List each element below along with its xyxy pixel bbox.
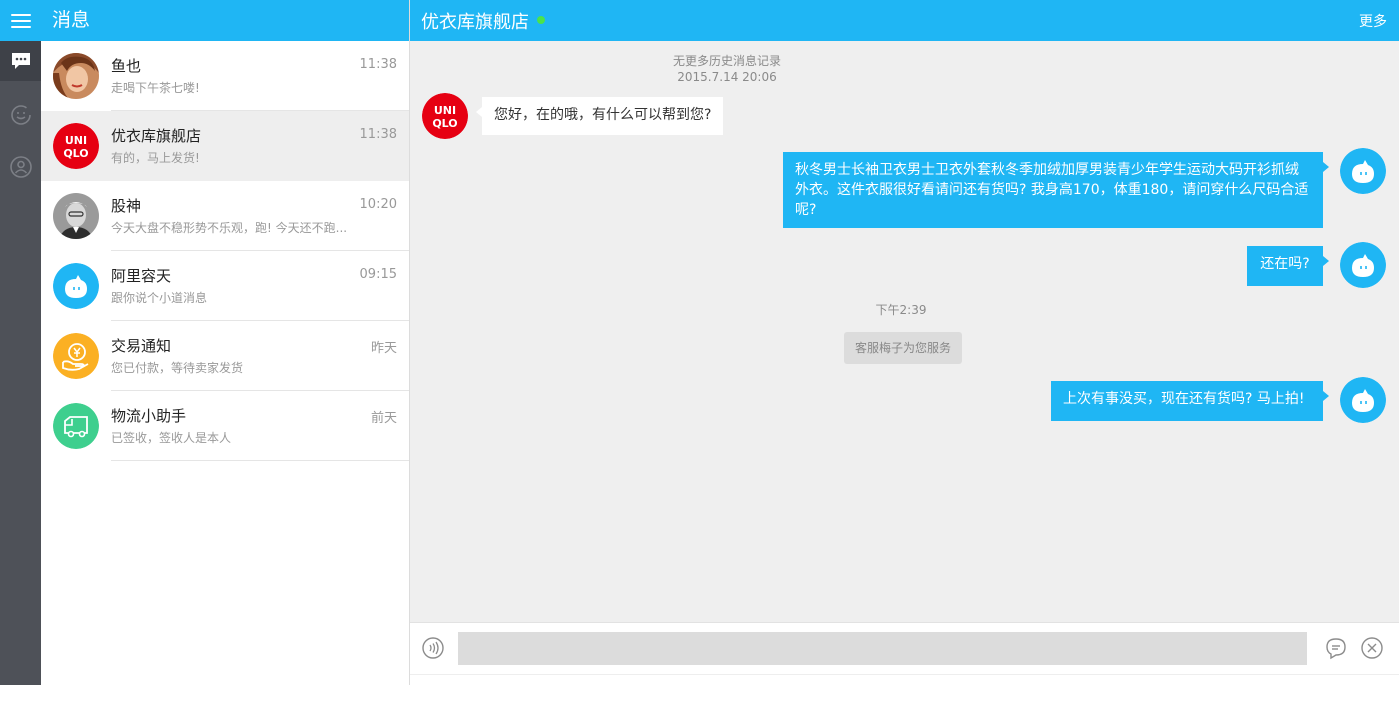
mascot-icon <box>1340 148 1386 194</box>
conversation-preview: 走喝下午茶七喽! <box>111 81 200 95</box>
mascot-icon <box>1340 377 1386 423</box>
conversation-item[interactable]: 股神 10:20 今天大盘不稳形势不乐观，跑! 今天还不跑... <box>41 181 409 251</box>
uniqlo-logo-text-2: QLO <box>432 117 457 130</box>
rail-messages[interactable] <box>0 41 41 81</box>
conversation-preview: 已签收，签收人是本人 <box>111 431 232 445</box>
no-more-history-label: 无更多历史消息记录 <box>672 54 781 68</box>
conversation-time: 10:20 <box>359 197 397 212</box>
conversation-item[interactable]: 交易通知 昨天 您已付款，等待卖家发货 <box>41 321 409 391</box>
message-bubble-incoming: 您好，在的哦，有什么可以帮到您? <box>475 97 724 135</box>
message-input[interactable] <box>458 632 1307 665</box>
money-hand-icon <box>53 333 99 379</box>
voice-icon[interactable] <box>421 636 445 660</box>
conversation-item[interactable]: UNI QLO 优衣库旗舰店 11:38 有的，马上发货! <box>41 111 409 181</box>
uniqlo-logo-text-1: UNI <box>65 134 87 147</box>
smiley-icon <box>10 105 31 125</box>
mascot-icon <box>1340 242 1386 288</box>
uniqlo-logo-avatar: UNI QLO <box>53 123 99 169</box>
divider <box>111 460 409 461</box>
menu-button[interactable] <box>0 0 41 41</box>
conversation-name: 阿里容天 <box>111 267 172 285</box>
truck-icon <box>53 403 99 449</box>
list-title: 消息 <box>41 0 409 41</box>
conversation-preview: 有的，马上发货! <box>111 151 200 165</box>
conversation-list-panel: 消息 鱼也 11:38 走喝下午茶七喽! UNI QLO 优衣库旗舰店 11:3… <box>41 0 410 685</box>
divider <box>410 674 1399 675</box>
conversation-time: 11:38 <box>359 127 397 142</box>
uniqlo-logo-text-1: UNI <box>434 104 456 117</box>
contacts-icon <box>9 156 32 178</box>
my-avatar <box>1340 148 1386 194</box>
chat-title: 优衣库旗舰店 <box>421 12 529 33</box>
conversation-preview: 今天大盘不稳形势不乐观，跑! 今天还不跑... <box>111 221 348 235</box>
conversation-item[interactable]: 鱼也 11:38 走喝下午茶七喽! <box>41 41 409 111</box>
conversation-item[interactable]: 阿里容天 09:15 跟你说个小道消息 <box>41 251 409 321</box>
chat-header: 优衣库旗舰店 更多 <box>410 0 1399 41</box>
conversation-name: 物流小助手 <box>111 407 187 425</box>
more-button[interactable]: 更多 <box>1359 11 1387 31</box>
menu-icon <box>10 13 31 29</box>
mascot-icon <box>53 263 99 309</box>
my-avatar <box>1340 242 1386 288</box>
my-avatar <box>1340 377 1386 423</box>
uniqlo-logo-text-2: QLO <box>63 147 88 160</box>
input-bar <box>410 622 1399 686</box>
avatar <box>53 53 99 99</box>
emoji-comment-icon[interactable] <box>1324 636 1348 660</box>
message-bubble-outgoing: 秋冬男士长袖卫衣男士卫衣外套秋冬季加绒加厚男装青少年学生运动大码开衫抓绒外衣。这… <box>783 152 1329 228</box>
conversation-name: 优衣库旗舰店 <box>111 127 202 145</box>
chat-bubble-icon <box>11 53 30 69</box>
rail-discover[interactable] <box>0 95 41 135</box>
message-bubble-outgoing: 上次有事没买，现在还有货吗? 马上拍! <box>1051 381 1329 421</box>
conversation-preview: 您已付款，等待卖家发货 <box>111 361 244 375</box>
chat-panel: 优衣库旗舰店 更多 无更多历史消息记录 2015.7.14 20:06 UNI … <box>410 0 1399 686</box>
time-divider: 下午2:39 <box>875 303 927 317</box>
conversation-item[interactable]: 物流小助手 前天 已签收，签收人是本人 <box>41 391 409 461</box>
conversation-preview: 跟你说个小道消息 <box>111 291 208 305</box>
conversation-time: 昨天 <box>370 341 397 356</box>
conversation-time: 11:38 <box>359 57 397 72</box>
shop-avatar: UNI QLO <box>422 93 468 139</box>
service-notice: 客服梅子为您服务 <box>844 332 962 364</box>
conversation-name: 交易通知 <box>111 337 172 355</box>
close-icon[interactable] <box>1360 636 1384 660</box>
online-status-dot <box>537 16 545 24</box>
messenger-app: 消息 鱼也 11:38 走喝下午茶七喽! UNI QLO 优衣库旗舰店 11:3… <box>0 0 1399 686</box>
conversation-name: 股神 <box>111 197 142 215</box>
icon-rail <box>0 0 41 685</box>
conversation-time: 前天 <box>370 411 397 426</box>
message-bubble-outgoing: 还在吗? <box>1247 246 1329 286</box>
conversation-name: 鱼也 <box>111 57 142 75</box>
avatar <box>53 193 99 239</box>
conversation-time: 09:15 <box>359 267 397 282</box>
rail-contacts[interactable] <box>0 147 41 187</box>
history-timestamp: 2015.7.14 20:06 <box>677 70 777 84</box>
